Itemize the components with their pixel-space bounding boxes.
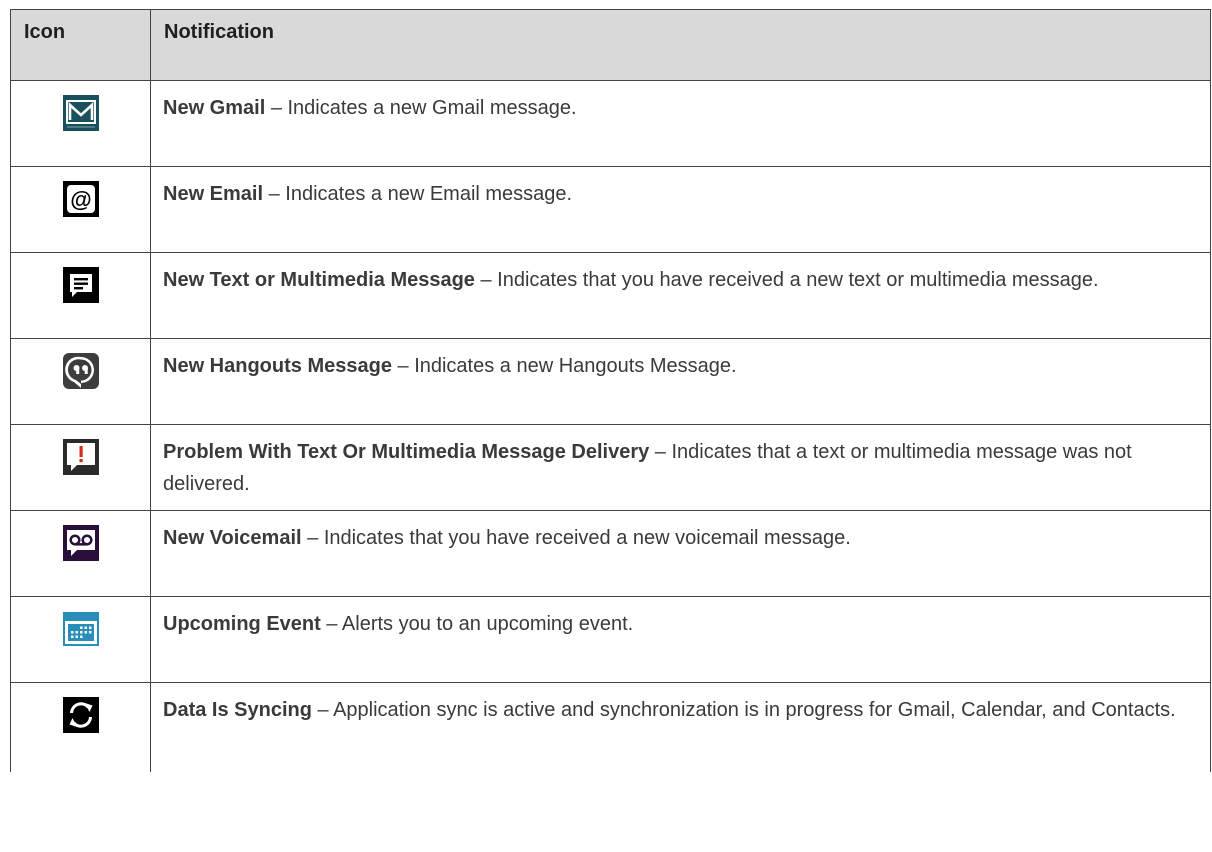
notification-term: New Gmail bbox=[163, 97, 266, 119]
sync-icon bbox=[62, 697, 99, 733]
notification-cell: New Gmail – Indicates a new Gmail messag… bbox=[150, 80, 1211, 167]
icon-cell: @ bbox=[10, 166, 151, 253]
notification-cell: Upcoming Event – Alerts you to an upcomi… bbox=[150, 596, 1211, 683]
table-row: @ New Email – Indicates a new Email mess… bbox=[10, 166, 1211, 253]
table-row: New Gmail – Indicates a new Gmail messag… bbox=[10, 80, 1211, 167]
notification-term: New Text or Multimedia Message bbox=[163, 269, 475, 291]
table-row: Upcoming Event – Alerts you to an upcomi… bbox=[10, 596, 1211, 683]
notification-description: – Indicates that you have received a new… bbox=[301, 527, 851, 549]
notification-description: – Indicates a new Hangouts Message. bbox=[391, 355, 737, 377]
gmail-icon bbox=[62, 95, 99, 131]
text-message-icon bbox=[62, 267, 99, 303]
notification-description: – Indicates a new Gmail message. bbox=[265, 97, 577, 119]
notification-column-header: Notification bbox=[150, 9, 1211, 81]
icon-cell bbox=[10, 596, 151, 683]
message-error-icon bbox=[62, 439, 99, 475]
notification-cell: New Voicemail – Indicates that you have … bbox=[150, 510, 1211, 597]
icon-column-header: Icon bbox=[10, 9, 151, 81]
notification-term: Upcoming Event bbox=[163, 613, 321, 635]
email-at-icon: @ bbox=[62, 181, 99, 217]
notification-term: Data Is Syncing bbox=[163, 699, 312, 721]
notification-term: New Voicemail bbox=[163, 527, 302, 549]
table-row: Problem With Text Or Multimedia Message … bbox=[10, 424, 1211, 511]
notification-term: New Email bbox=[163, 183, 264, 205]
notification-table-wrapper: Icon Notification New Gmail – Indicates bbox=[10, 9, 1212, 852]
icon-cell bbox=[10, 252, 151, 339]
notification-table: Icon Notification New Gmail – Indicates bbox=[10, 9, 1211, 772]
table-row: New Text or Multimedia Message – Indicat… bbox=[10, 252, 1211, 339]
notification-description: – Indicates a new Email message. bbox=[263, 183, 573, 205]
hangouts-icon bbox=[62, 353, 99, 389]
voicemail-icon bbox=[62, 525, 99, 561]
table-row: New Hangouts Message – Indicates a new H… bbox=[10, 338, 1211, 425]
notification-term: New Hangouts Message bbox=[163, 355, 392, 377]
notification-cell: Data Is Syncing – Application sync is ac… bbox=[150, 682, 1211, 772]
icon-cell bbox=[10, 424, 151, 511]
notification-description: – Indicates that you have received a new… bbox=[474, 269, 1099, 291]
notification-cell: New Text or Multimedia Message – Indicat… bbox=[150, 252, 1211, 339]
notification-description: – Alerts you to an upcoming event. bbox=[320, 613, 634, 635]
notification-term: Problem With Text Or Multimedia Message … bbox=[163, 441, 650, 463]
calendar-icon bbox=[62, 611, 99, 647]
notification-cell: Problem With Text Or Multimedia Message … bbox=[150, 424, 1211, 511]
icon-cell bbox=[10, 510, 151, 597]
icon-cell bbox=[10, 682, 151, 772]
icon-cell bbox=[10, 338, 151, 425]
notification-cell: New Email – Indicates a new Email messag… bbox=[150, 166, 1211, 253]
svg-text:@: @ bbox=[70, 187, 91, 212]
table-row: New Voicemail – Indicates that you have … bbox=[10, 510, 1211, 597]
table-row: Data Is Syncing – Application sync is ac… bbox=[10, 682, 1211, 772]
notification-cell: New Hangouts Message – Indicates a new H… bbox=[150, 338, 1211, 425]
icon-cell bbox=[10, 80, 151, 167]
notification-description: – Application sync is active and synchro… bbox=[311, 699, 1176, 721]
table-header-row: Icon Notification bbox=[10, 9, 1211, 81]
